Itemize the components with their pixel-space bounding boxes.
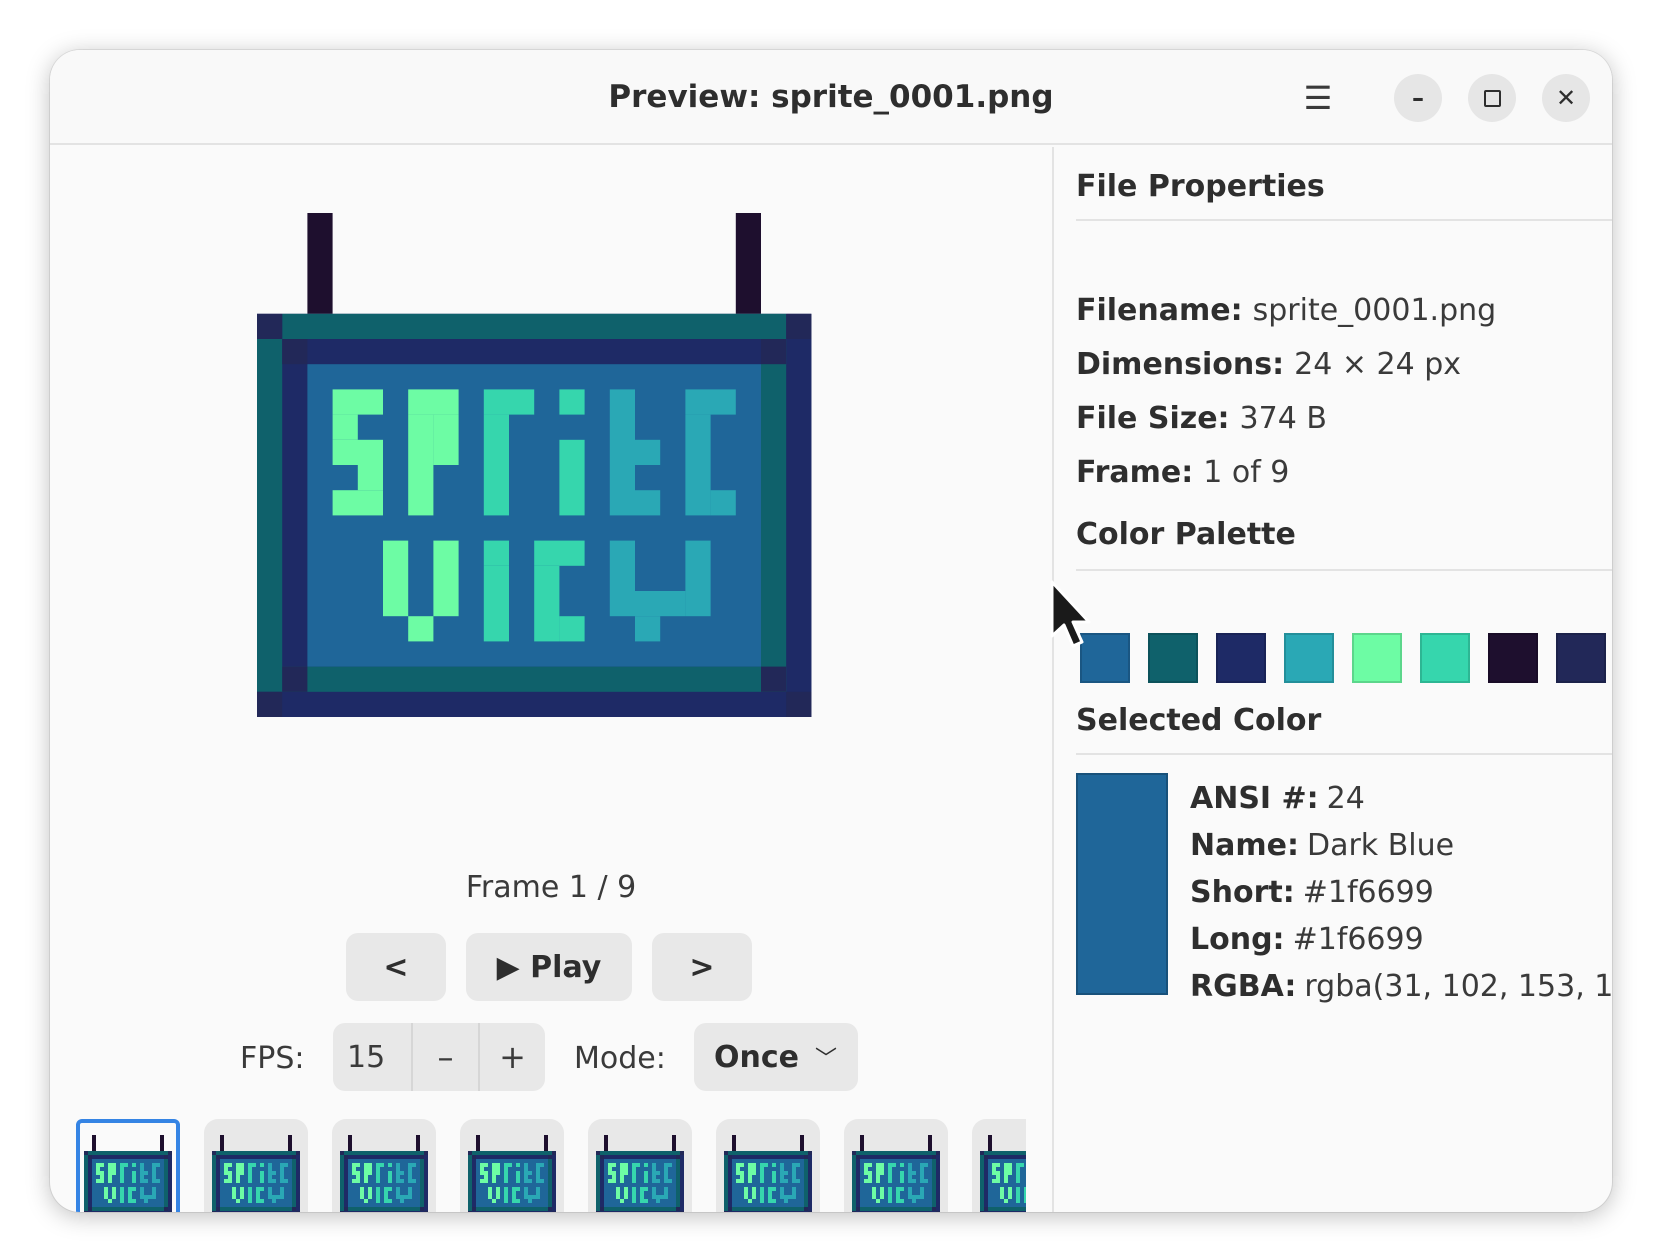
frame-thumbnail[interactable]: [716, 1119, 820, 1212]
ansi-key: ANSI #:: [1190, 781, 1319, 816]
frame-thumbnail-image: [84, 1135, 172, 1212]
fps-increment-button[interactable]: +: [480, 1023, 545, 1091]
fps-spinner: 15 – +: [333, 1023, 545, 1091]
preview-window: Preview: sprite_0001.png ☰ – ✕ Frame 1 /…: [50, 50, 1612, 1212]
palette-swatch[interactable]: [1352, 633, 1402, 683]
mode-label: Mode:: [574, 1041, 666, 1076]
frame-thumbnail-image: [724, 1135, 812, 1212]
short-row: Short: #1f6699: [1190, 875, 1434, 910]
separator: [1076, 569, 1612, 571]
frame-thumbnail-image: [852, 1135, 940, 1212]
ansi-value: 24: [1326, 781, 1365, 816]
frame-thumbnail-image: [340, 1135, 428, 1212]
frame-thumbnail[interactable]: [332, 1119, 436, 1212]
dimensions-value: 24 × 24 px: [1294, 347, 1462, 382]
frame-thumbnail[interactable]: [460, 1119, 564, 1212]
ansi-row: ANSI #: 24: [1190, 781, 1365, 816]
frame-thumbnail[interactable]: [588, 1119, 692, 1212]
long-key: Long:: [1190, 922, 1285, 957]
color-palette-heading: Color Palette: [1076, 517, 1296, 552]
minimize-icon[interactable]: –: [1394, 74, 1442, 122]
window-title: Preview: sprite_0001.png: [608, 79, 1054, 115]
name-row: Name: Dark Blue: [1190, 828, 1454, 863]
play-button[interactable]: ▶ Play: [466, 933, 632, 1001]
frame-thumbnail[interactable]: [204, 1119, 308, 1212]
frame-thumbnail-image: [980, 1135, 1026, 1212]
mouse-pointer-icon: [1050, 580, 1091, 648]
frame-thumbnail-strip: [76, 1117, 1026, 1212]
frame-thumbnail-image: [212, 1135, 300, 1212]
close-icon[interactable]: ✕: [1542, 74, 1590, 122]
dimensions-row: Dimensions: 24 × 24 px: [1076, 347, 1461, 382]
filename-value: sprite_0001.png: [1252, 293, 1497, 328]
palette-swatch[interactable]: [1216, 633, 1266, 683]
next-frame-button[interactable]: >: [652, 933, 752, 1001]
fps-value-input[interactable]: 15: [333, 1023, 413, 1091]
mode-value: Once: [714, 1039, 799, 1075]
properties-pane: File Properties Filename: sprite_0001.png…: [1054, 147, 1612, 1212]
name-value: Dark Blue: [1306, 828, 1455, 863]
chevron-down-icon: ﹀: [815, 1047, 838, 1072]
title-bar: Preview: sprite_0001.png ☰ – ✕: [50, 50, 1612, 145]
filesize-key: File Size:: [1076, 401, 1230, 436]
palette-swatch[interactable]: [1148, 633, 1198, 683]
rgba-value: rgba(31, 102, 153, 1.0: [1304, 969, 1612, 1004]
frame-thumbnail[interactable]: [844, 1119, 948, 1212]
long-row: Long: #1f6699: [1190, 922, 1424, 957]
separator: [1076, 753, 1612, 755]
frame-row: Frame: 1 of 9: [1076, 455, 1289, 490]
selected-color-heading: Selected Color: [1076, 703, 1322, 738]
short-key: Short:: [1190, 875, 1295, 910]
filename-key: Filename:: [1076, 293, 1243, 328]
palette-swatch[interactable]: [1556, 633, 1606, 683]
frame-value: 1 of 9: [1203, 455, 1290, 490]
frame-thumbnail-image: [468, 1135, 556, 1212]
palette-swatch[interactable]: [1284, 633, 1334, 683]
separator: [1076, 219, 1612, 221]
frame-counter: Frame 1 / 9: [465, 870, 637, 905]
frame-thumbnail[interactable]: [76, 1119, 180, 1212]
filesize-value: 374 B: [1239, 401, 1327, 436]
preview-pane: Frame 1 / 9 < ▶ Play > FPS: 15 – + Mode:…: [50, 147, 1052, 1212]
maximize-icon[interactable]: [1468, 74, 1516, 122]
palette-swatch[interactable]: [1420, 633, 1470, 683]
file-properties-heading: File Properties: [1076, 169, 1325, 204]
hamburger-menu-icon[interactable]: ☰: [1290, 70, 1346, 126]
frame-thumbnail[interactable]: [972, 1119, 1026, 1212]
name-key: Name:: [1190, 828, 1299, 863]
rgba-row: RGBA: rgba(31, 102, 153, 1.0: [1190, 969, 1612, 1004]
mode-dropdown[interactable]: Once ﹀: [694, 1023, 858, 1091]
short-value: #1f6699: [1302, 875, 1434, 910]
selected-color-swatch: [1076, 773, 1168, 995]
fps-label: FPS:: [240, 1041, 305, 1076]
rgba-key: RGBA:: [1190, 969, 1297, 1004]
frame-thumbnail-image: [596, 1135, 684, 1212]
fps-decrement-button[interactable]: –: [413, 1023, 480, 1091]
dimensions-key: Dimensions:: [1076, 347, 1285, 382]
previous-frame-button[interactable]: <: [346, 933, 446, 1001]
long-value: #1f6699: [1292, 922, 1424, 957]
filename-row: Filename: sprite_0001.png: [1076, 293, 1496, 328]
filesize-row: File Size: 374 B: [1076, 401, 1327, 436]
frame-key: Frame:: [1076, 455, 1194, 490]
palette-swatches: [1080, 633, 1612, 693]
palette-swatch[interactable]: [1488, 633, 1538, 683]
sprite-preview-image: [257, 213, 812, 717]
